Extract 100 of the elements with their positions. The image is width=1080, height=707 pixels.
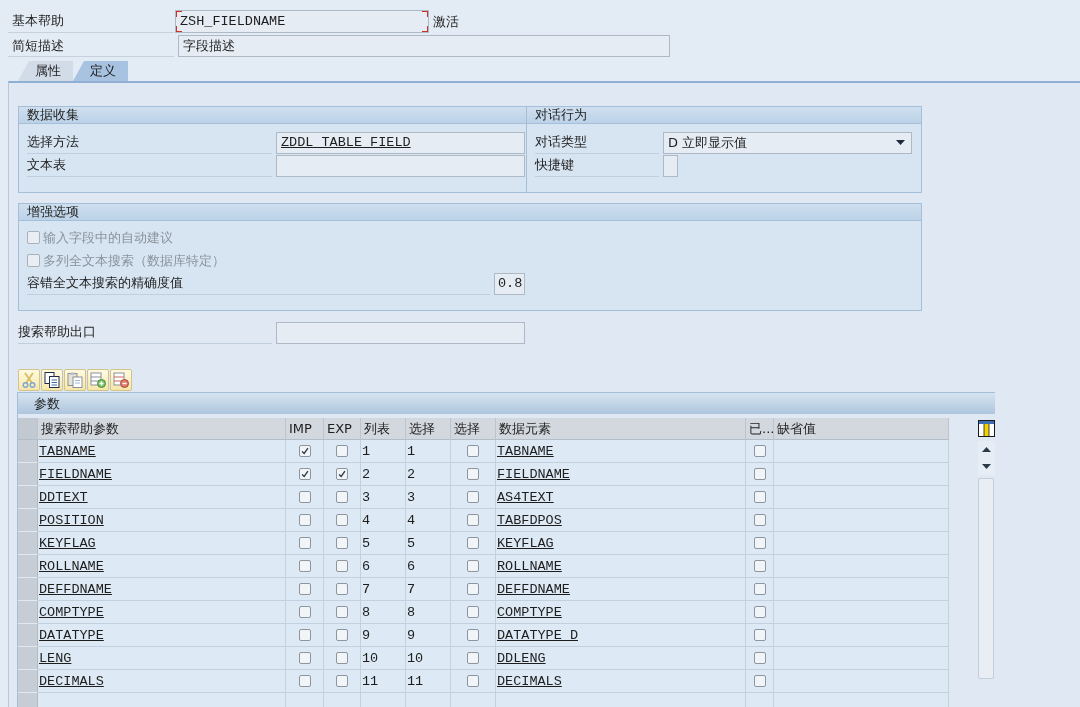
checkbox[interactable]: [298, 606, 311, 618]
parameter-link[interactable]: ROLLNAME: [39, 558, 104, 574]
checkbox[interactable]: [753, 468, 766, 480]
row-selector[interactable]: [18, 578, 38, 601]
checkbox[interactable]: [336, 583, 348, 595]
checkbox[interactable]: [753, 537, 766, 549]
checkbox[interactable]: [467, 629, 479, 641]
column-header[interactable]: 已...: [746, 418, 774, 440]
parameter-link[interactable]: POSITION: [39, 512, 104, 528]
checkbox[interactable]: [467, 583, 479, 595]
data-element-link[interactable]: DEFFDNAME: [497, 581, 570, 597]
checkbox[interactable]: [336, 675, 348, 687]
checkbox[interactable]: [298, 583, 311, 595]
scroll-up-button[interactable]: [978, 441, 995, 458]
checkbox[interactable]: [298, 468, 311, 480]
checkbox[interactable]: [753, 583, 766, 595]
row-selector[interactable]: [18, 440, 38, 463]
input-field[interactable]: [276, 154, 525, 177]
tab[interactable]: 属性: [18, 61, 73, 81]
checkbox[interactable]: [336, 491, 348, 503]
checkbox[interactable]: [467, 537, 479, 549]
parameter-link[interactable]: DECIMALS: [39, 673, 104, 689]
row-selector[interactable]: [18, 670, 38, 693]
checkbox[interactable]: [467, 675, 479, 687]
parameter-link[interactable]: KEYFLAG: [39, 535, 96, 551]
parameter-link[interactable]: FIELDNAME: [39, 466, 112, 482]
checkbox[interactable]: [336, 560, 348, 572]
row-selector[interactable]: [18, 647, 38, 670]
checkbox[interactable]: [298, 491, 311, 503]
checkbox[interactable]: [467, 514, 479, 526]
checkbox[interactable]: [753, 445, 766, 457]
data-element-link[interactable]: DECIMALS: [497, 673, 562, 689]
checkbox[interactable]: [298, 675, 311, 687]
scrollbar-thumb[interactable]: [978, 478, 994, 679]
parameter-link[interactable]: DDTEXT: [39, 489, 88, 505]
insert-row-button[interactable]: [87, 369, 109, 391]
checkbox[interactable]: [753, 675, 766, 687]
column-header[interactable]: 数据元素: [496, 418, 746, 440]
column-header[interactable]: 选择: [451, 418, 496, 440]
tab[interactable]: 定义: [73, 61, 128, 81]
table-settings-icon[interactable]: [978, 420, 995, 437]
parameter-link[interactable]: DATATYPE: [39, 627, 104, 643]
column-header[interactable]: 列表: [361, 418, 406, 440]
column-header[interactable]: IMP: [286, 418, 324, 440]
scroll-down-button[interactable]: [978, 458, 995, 475]
checkbox[interactable]: [298, 445, 311, 457]
checkbox[interactable]: [298, 652, 311, 664]
parameter-link[interactable]: LENG: [39, 650, 72, 666]
data-element-link[interactable]: FIELDNAME: [497, 466, 570, 482]
checkbox[interactable]: [753, 606, 766, 618]
data-element-link[interactable]: TABNAME: [497, 443, 554, 459]
input-field[interactable]: 0.8: [494, 272, 525, 295]
checkbox[interactable]: [336, 514, 348, 526]
checkbox[interactable]: [336, 468, 348, 480]
row-selector[interactable]: [18, 555, 38, 578]
data-element-link[interactable]: AS4TEXT: [497, 489, 554, 505]
dropdown[interactable]: D 立即显示值: [663, 131, 912, 154]
parameter-link[interactable]: TABNAME: [39, 443, 96, 459]
delete-row-button[interactable]: [110, 369, 132, 391]
checkbox[interactable]: [298, 537, 311, 549]
checkbox[interactable]: [336, 629, 348, 641]
checkbox[interactable]: [467, 491, 479, 503]
checkbox[interactable]: [336, 606, 348, 618]
input-field[interactable]: ZDDL_TABLE_FIELD: [276, 131, 525, 154]
checkbox[interactable]: [753, 629, 766, 641]
data-element-link[interactable]: ROLLNAME: [497, 558, 562, 574]
checkbox[interactable]: [298, 560, 311, 572]
column-header[interactable]: 搜索帮助参数: [38, 418, 286, 440]
copy-button[interactable]: [41, 369, 63, 391]
row-selector[interactable]: [18, 509, 38, 532]
input-field[interactable]: [663, 154, 678, 177]
checkbox[interactable]: [753, 560, 766, 572]
data-element-link[interactable]: KEYFLAG: [497, 535, 554, 551]
checkbox[interactable]: [298, 629, 311, 641]
data-element-link[interactable]: DDLENG: [497, 650, 546, 666]
data-element-link[interactable]: COMPTYPE: [497, 604, 562, 620]
parameter-link[interactable]: DEFFDNAME: [39, 581, 112, 597]
checkbox[interactable]: [467, 606, 479, 618]
row-selector[interactable]: [18, 532, 38, 555]
data-element-link[interactable]: DATATYPE_D: [497, 627, 578, 643]
parameter-link[interactable]: COMPTYPE: [39, 604, 104, 620]
checkbox[interactable]: [753, 652, 766, 664]
checkbox[interactable]: [336, 537, 348, 549]
row-selector[interactable]: [18, 624, 38, 647]
checkbox[interactable]: [753, 514, 766, 526]
input-field[interactable]: [276, 321, 525, 344]
checkbox[interactable]: [467, 445, 479, 457]
row-selector[interactable]: [18, 601, 38, 624]
checkbox[interactable]: [467, 560, 479, 572]
column-header[interactable]: 选择: [406, 418, 451, 440]
checkbox[interactable]: [753, 491, 766, 503]
checkbox[interactable]: [336, 445, 348, 457]
data-element-link[interactable]: TABFDPOS: [497, 512, 562, 528]
input-field[interactable]: ZSH_FIELDNAME: [175, 10, 429, 33]
checkbox[interactable]: [336, 652, 348, 664]
checkbox[interactable]: [298, 514, 311, 526]
checkbox[interactable]: [467, 652, 479, 664]
column-header[interactable]: 缺省值: [774, 418, 949, 440]
row-selector[interactable]: [18, 486, 38, 509]
column-header[interactable]: EXP: [324, 418, 361, 440]
